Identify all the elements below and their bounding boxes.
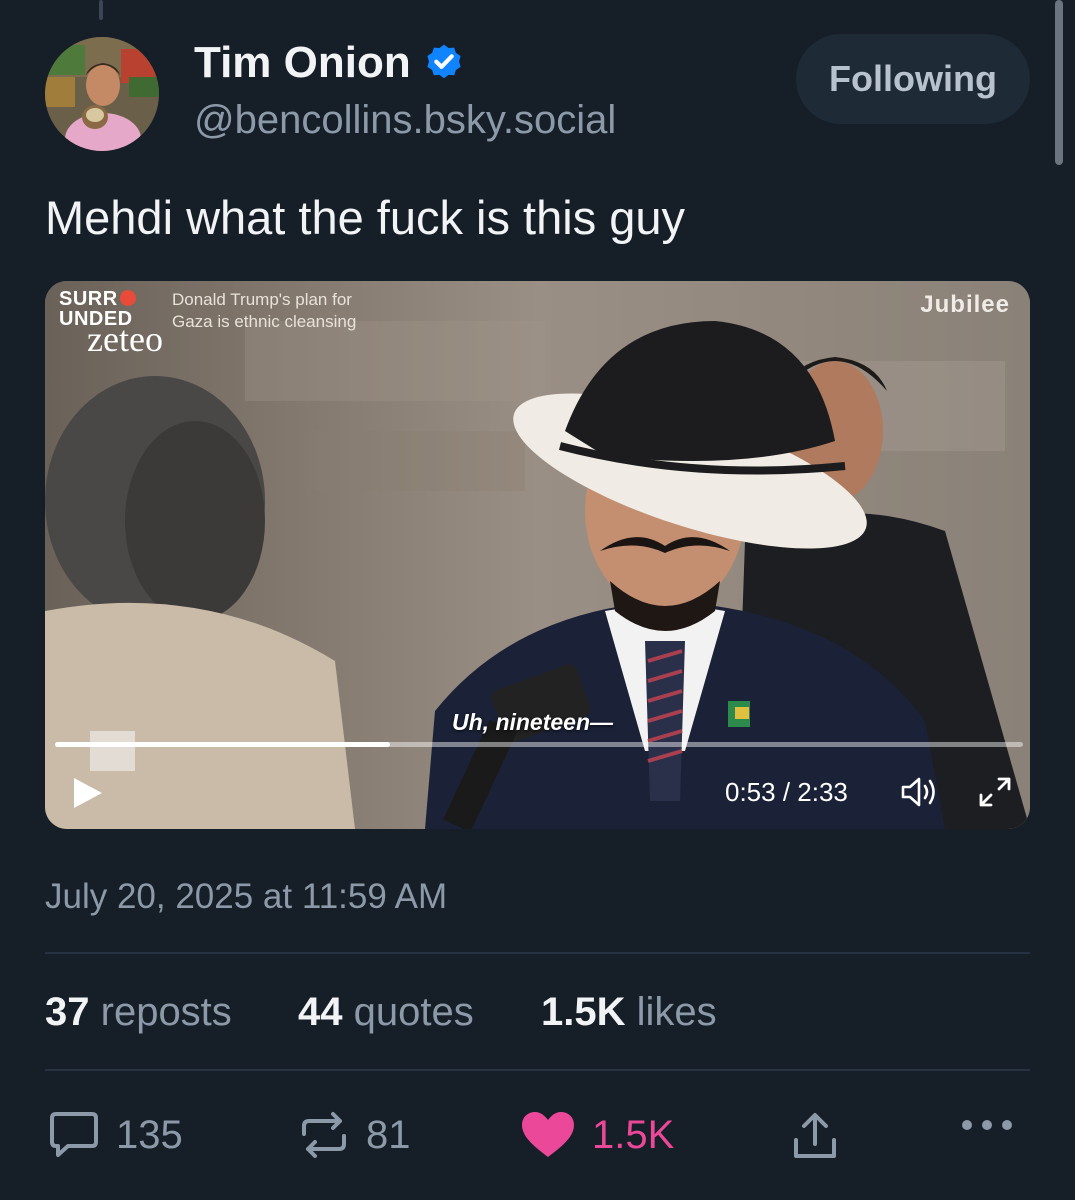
share-button[interactable]: [790, 1110, 840, 1162]
video-player[interactable]: SURR UNDED Donald Trump's plan for Gaza …: [45, 281, 1030, 829]
video-time-readout: 0:53 / 2:33: [725, 777, 848, 807]
video-subtitle-line2: Gaza is ethnic cleansing: [172, 312, 357, 331]
like-count: 1.5K: [592, 1112, 675, 1157]
quotes-count[interactable]: 44: [298, 990, 343, 1034]
likes-label[interactable]: likes: [637, 990, 717, 1034]
following-button[interactable]: Following: [796, 34, 1030, 124]
share-icon: [794, 1113, 836, 1158]
author-name-text[interactable]: Tim Onion: [194, 38, 411, 88]
reply-count: 135: [116, 1112, 183, 1157]
divider: [45, 952, 1030, 954]
video-subtitle: Donald Trump's plan for Gaza is ethnic c…: [172, 289, 356, 333]
fullscreen-icon[interactable]: [977, 775, 1013, 809]
video-progress-bar[interactable]: [55, 742, 1023, 747]
post-timestamp: July 20, 2025 at 11:59 AM: [45, 877, 448, 916]
divider: [45, 1069, 1030, 1071]
verified-badge-icon: [427, 44, 461, 79]
repost-icon: [302, 1112, 346, 1158]
video-progress-fill: [55, 742, 390, 747]
likes-count[interactable]: 1.5K: [541, 990, 626, 1034]
avatar[interactable]: [45, 37, 159, 151]
action-bar: 135 81 1.5K: [0, 1110, 1075, 1170]
video-subtitle-line1: Donald Trump's plan for: [172, 290, 352, 309]
author-handle[interactable]: @bencollins.bsky.social: [194, 98, 616, 143]
video-caption: Uh, nineteen—: [452, 709, 614, 735]
post-thread-view: Tim Onion @bencollins.bsky.social Follow…: [0, 0, 1075, 1200]
likes-stat[interactable]: 1.5K likes: [541, 990, 717, 1035]
repost-count: 81: [366, 1112, 411, 1157]
reposts-stat[interactable]: 37 reposts: [45, 990, 232, 1035]
quotes-label[interactable]: quotes: [354, 990, 474, 1034]
scrollbar-thumb[interactable]: [1055, 0, 1063, 165]
video-watermark: Jubilee: [920, 291, 1010, 318]
reposts-count[interactable]: 37: [45, 990, 90, 1034]
play-icon[interactable]: [69, 775, 105, 811]
like-button[interactable]: 1.5K: [520, 1110, 674, 1160]
thread-connector-line: [99, 0, 103, 20]
heart-icon: [522, 1112, 574, 1157]
more-options-button[interactable]: [960, 1118, 1014, 1132]
reply-icon: [50, 1112, 98, 1157]
post-text: Mehdi what the fuck is this guy: [45, 191, 686, 244]
repost-button[interactable]: 81: [298, 1110, 411, 1160]
logo-dot: [119, 290, 136, 306]
reply-button[interactable]: 135: [48, 1110, 183, 1160]
author-display-name[interactable]: Tim Onion: [194, 38, 465, 88]
reposts-label[interactable]: reposts: [101, 990, 232, 1034]
more-icon: [962, 1120, 1012, 1130]
video-brand: zeteo: [87, 319, 163, 359]
logo-top-text: SURR: [59, 288, 118, 310]
quotes-stat[interactable]: 44 quotes: [298, 990, 474, 1035]
volume-icon[interactable]: [900, 775, 940, 809]
